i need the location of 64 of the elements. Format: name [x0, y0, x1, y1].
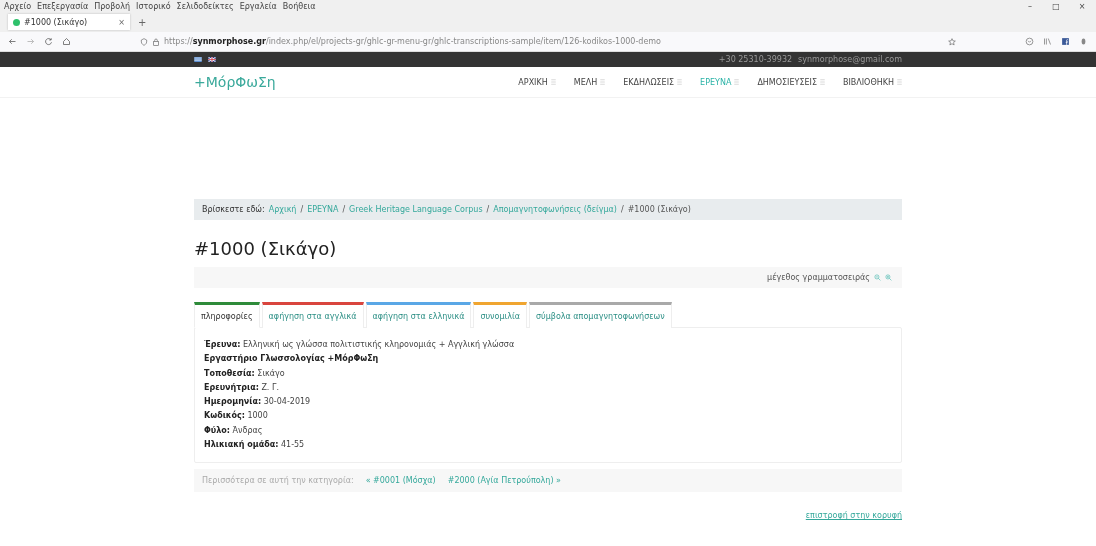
- menu-icon: [550, 79, 556, 85]
- breadcrumb-separator: /: [620, 205, 624, 214]
- bookmark-star-icon[interactable]: [948, 37, 956, 46]
- close-tab-button[interactable]: ×: [118, 17, 125, 27]
- menu-item[interactable]: Επεξεργασία: [37, 1, 89, 11]
- zoom-out-icon[interactable]: [874, 274, 881, 281]
- zoom-in-icon[interactable]: [885, 274, 892, 281]
- menu-icon: [600, 79, 606, 85]
- info-line: Φύλο: Άνδρας: [204, 424, 264, 437]
- info-line: Ημερομηνία: 30-04-2019: [204, 395, 312, 409]
- menu-item[interactable]: Προβολή: [94, 1, 131, 11]
- greek-flag-icon[interactable]: [194, 57, 202, 62]
- tab[interactable]: αφήγηση στα αγγλικά: [261, 302, 364, 328]
- home-icon[interactable]: [62, 37, 71, 46]
- menu-item[interactable]: Ιστορικό: [136, 1, 171, 11]
- menu-icon: [734, 79, 740, 85]
- shield-icon[interactable]: [140, 37, 148, 46]
- menu-icon: [819, 79, 825, 85]
- extension-icon[interactable]: [1061, 37, 1070, 46]
- pocket-icon[interactable]: [1025, 37, 1034, 46]
- menu-item[interactable]: Εργαλεία: [239, 1, 277, 11]
- forward-icon[interactable]: [26, 37, 35, 46]
- phone-text: +30 25310-39932: [718, 55, 793, 64]
- reload-icon[interactable]: [44, 37, 53, 46]
- uk-flag-icon[interactable]: [208, 57, 216, 62]
- window-control[interactable]: □: [1046, 1, 1066, 11]
- tab[interactable]: πληροφορίες: [194, 302, 260, 328]
- menu-item[interactable]: Αρχείο: [4, 1, 32, 11]
- font-size-label: μέγεθος γραμματοσειράς: [767, 273, 870, 282]
- window-control[interactable]: ×: [1072, 1, 1092, 11]
- info-line: Ερευνήτρια: Ζ. Γ.: [204, 381, 280, 394]
- nav-item[interactable]: ΑΡΧΙΚΗ: [518, 77, 556, 87]
- lock-icon[interactable]: [152, 37, 160, 46]
- tab[interactable]: αφήγηση στα ελληνικά: [365, 302, 472, 328]
- menu-item[interactable]: Βοήθεια: [282, 1, 316, 11]
- breadcrumb-separator: /: [342, 205, 346, 214]
- nav-item[interactable]: ΔΗΜΟΣΙΕΥΣΕΙΣ: [757, 77, 825, 87]
- breadcrumb-current: #1000 (Σικάγο): [627, 205, 691, 214]
- new-tab-button[interactable]: +: [138, 16, 147, 28]
- back-icon[interactable]: [8, 37, 17, 46]
- info-line: Έρευνα: Ελληνική ως γλώσσα πολιτιστικής κληρονομιάς + Αγγλική γλώσσα: [204, 338, 516, 351]
- nav-item[interactable]: ΜΕΛΗ: [573, 77, 606, 87]
- nav-item[interactable]: ΒΙΒΛΙΟΘΗΚΗ: [842, 77, 902, 87]
- tab[interactable]: σύμβολα απομαγνητοφωνήσεων: [529, 302, 672, 328]
- tab[interactable]: συνομιλία: [473, 302, 527, 328]
- menu-item[interactable]: Σελιδοδείκτες: [176, 1, 234, 11]
- info-line: Ηλικιακή ομάδα: 41-55: [204, 439, 306, 452]
- page-title: #1000 (Σικάγο): [194, 238, 338, 259]
- info-line: Κωδικός: 1000: [204, 409, 269, 423]
- extension-icon[interactable]: [1079, 37, 1088, 46]
- breadcrumb-label: Βρίσκεστε εδώ:: [202, 205, 265, 214]
- more-label: Περισσότερα σε αυτή την κατηγορία:: [202, 476, 354, 486]
- breadcrumb-separator: /: [300, 205, 304, 214]
- info-line: Εργαστήριο Γλωσσολογίας +ΜόρΦωΣη: [204, 352, 380, 366]
- window-control[interactable]: –: [1020, 1, 1040, 11]
- nav-item[interactable]: ΕΚΔΗΛΩΣΕΙΣ: [623, 77, 683, 87]
- menu-icon: [897, 79, 902, 85]
- breadcrumb-separator: /: [486, 205, 490, 214]
- browser-tab[interactable]: #1000 (Σικάγο) ×: [8, 14, 130, 30]
- site-icon: [13, 18, 20, 26]
- library-icon[interactable]: [1043, 37, 1052, 46]
- email-link[interactable]: synmorphose@gmail.com: [798, 55, 902, 64]
- menu-icon: [677, 79, 683, 85]
- info-line: Τοποθεσία: Σικάγο: [204, 367, 286, 380]
